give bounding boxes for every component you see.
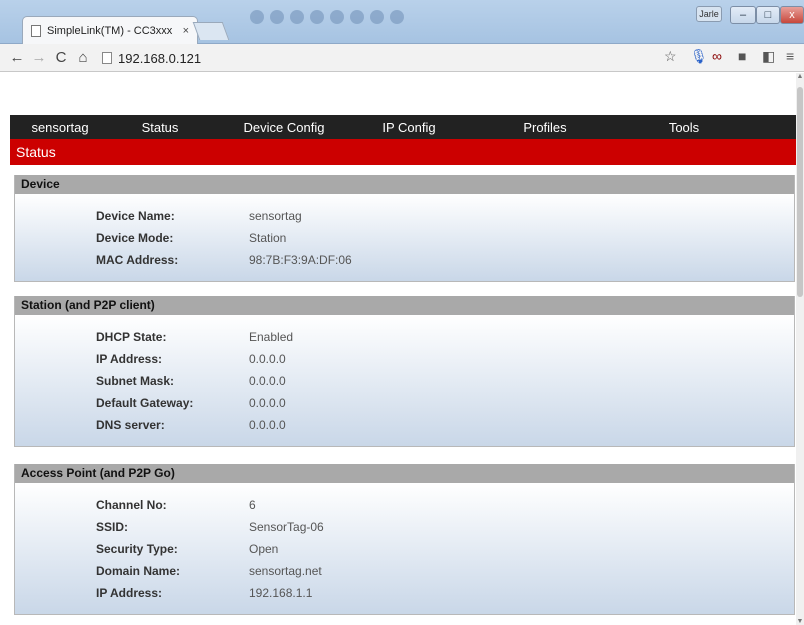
info-row: Default Gateway: 0.0.0.0 (15, 392, 794, 414)
page-icon (31, 24, 41, 37)
home-icon[interactable]: ⌂ (72, 49, 94, 66)
info-row: Device Mode: Station (15, 227, 794, 249)
field-value: Open (249, 542, 279, 556)
info-row: DNS server: 0.0.0.0 (15, 414, 794, 436)
microphone-icon[interactable]: 🎙 (690, 48, 708, 65)
field-value: 98:7B:F3:9A:DF:06 (249, 253, 352, 267)
field-label: DNS server: (96, 418, 165, 432)
close-window-button[interactable]: x (780, 6, 804, 24)
section-title: Device (15, 175, 794, 194)
section-title: Station (and P2P client) (15, 296, 794, 315)
nav-item-sensortag[interactable]: sensortag (10, 120, 110, 135)
field-label: Domain Name: (96, 564, 181, 578)
back-icon[interactable]: ← (6, 49, 28, 66)
background-window-icons (250, 10, 550, 32)
section-title: Access Point (and P2P Go) (15, 464, 794, 483)
field-label: IP Address: (96, 352, 163, 366)
nav-item-status[interactable]: Status (110, 120, 210, 135)
field-value: 0.0.0.0 (249, 396, 286, 410)
field-value: 6 (249, 498, 256, 512)
field-value: sensortag (249, 209, 302, 223)
field-value: 0.0.0.0 (249, 374, 286, 388)
info-row: SSID: SensorTag-06 (15, 516, 794, 538)
info-row: Domain Name: sensortag.net (15, 560, 794, 582)
page-viewport: sensortag Status Device Config IP Config… (0, 73, 796, 625)
nav-item-profiles[interactable]: Profiles (460, 120, 630, 135)
info-row: Subnet Mask: 0.0.0.0 (15, 370, 794, 392)
field-value: 0.0.0.0 (249, 418, 286, 432)
browser-title-bar: SimpleLink(TM) - CC3xxx × Jarle – □ x (0, 0, 804, 44)
address-bar[interactable]: 192.168.0.121 (102, 48, 662, 68)
bookmark-star-icon[interactable]: ☆ (664, 48, 677, 65)
extension-glasses-icon[interactable]: ∞ (712, 48, 722, 64)
field-label: Channel No: (96, 498, 167, 512)
field-label: DHCP State: (96, 330, 167, 344)
info-row: IP Address: 0.0.0.0 (15, 348, 794, 370)
tab-title: SimpleLink(TM) - CC3xxx (47, 24, 173, 37)
page-icon (102, 52, 112, 64)
top-navigation: sensortag Status Device Config IP Config… (10, 115, 796, 139)
field-label: Device Mode: (96, 231, 174, 245)
info-row: Channel No: 6 (15, 494, 794, 516)
field-label: MAC Address: (96, 253, 179, 267)
field-label: SSID: (96, 520, 129, 534)
nav-item-device-config[interactable]: Device Config (210, 120, 358, 135)
info-row: Device Name: sensortag (15, 205, 794, 227)
url-text: 192.168.0.121 (118, 50, 202, 66)
field-label: Device Name: (96, 209, 175, 223)
forward-icon[interactable]: → (28, 49, 50, 66)
page-title-bar: Status (10, 139, 796, 165)
field-value: 192.168.1.1 (249, 586, 313, 600)
info-row: Security Type: Open (15, 538, 794, 560)
field-label: Subnet Mask: (96, 374, 175, 388)
info-row: MAC Address: 98:7B:F3:9A:DF:06 (15, 249, 794, 271)
field-value: sensortag.net (249, 564, 322, 578)
menu-icon[interactable]: ≡ (786, 48, 794, 64)
access-point-section: Access Point (and P2P Go) Channel No: 6 S… (14, 464, 795, 615)
field-value: 0.0.0.0 (249, 352, 286, 366)
field-value: SensorTag-06 (249, 520, 324, 534)
vertical-scrollbar[interactable]: ▲ ▼ (796, 73, 804, 625)
reload-icon[interactable]: C (50, 49, 72, 66)
scroll-up-icon[interactable]: ▲ (796, 73, 804, 80)
field-label: Default Gateway: (96, 396, 194, 410)
nav-item-ip-config[interactable]: IP Config (358, 120, 460, 135)
field-label: IP Address: (96, 586, 163, 600)
new-tab-button[interactable] (192, 22, 230, 40)
browser-tab[interactable]: SimpleLink(TM) - CC3xxx × (22, 16, 198, 44)
station-section: Station (and P2P client) DHCP State: Enab… (14, 296, 795, 447)
maximize-button[interactable]: □ (756, 6, 780, 24)
scroll-thumb[interactable] (797, 87, 803, 297)
field-label: Security Type: (96, 542, 178, 556)
field-value: Station (249, 231, 287, 245)
extension-puzzle-icon[interactable]: ◧ (762, 48, 775, 65)
field-value: Enabled (249, 330, 294, 344)
scroll-down-icon[interactable]: ▼ (796, 618, 804, 625)
info-row: IP Address: 192.168.1.1 (15, 582, 794, 604)
device-section: Device Device Name: sensortag Device Mode… (14, 175, 795, 282)
user-profile-button[interactable]: Jarle (696, 6, 722, 22)
tab-close-icon[interactable]: × (183, 25, 189, 37)
minimize-button[interactable]: – (730, 6, 756, 24)
extension-square-icon[interactable]: ■ (738, 48, 746, 64)
info-row: DHCP State: Enabled (15, 326, 794, 348)
nav-item-tools[interactable]: Tools (630, 120, 738, 135)
